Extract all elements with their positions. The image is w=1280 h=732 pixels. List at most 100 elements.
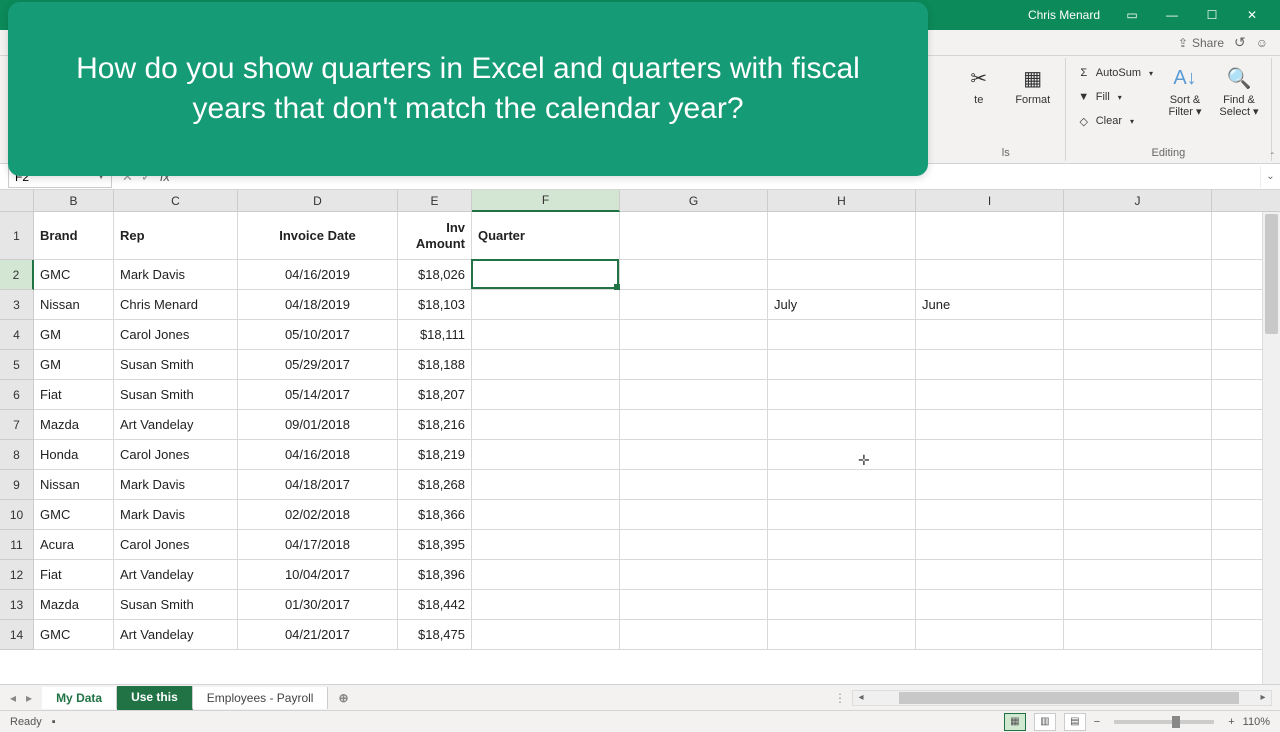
cell-quarter[interactable] (472, 500, 620, 530)
row-head-6[interactable]: 6 (0, 380, 34, 410)
cell-i[interactable] (916, 500, 1064, 530)
cell-rep[interactable]: Susan Smith (114, 380, 238, 410)
cell-rep[interactable]: Carol Jones (114, 530, 238, 560)
cell-amount[interactable]: $18,395 (398, 530, 472, 560)
cell-date[interactable]: 04/18/2017 (238, 470, 398, 500)
cell-quarter[interactable] (472, 590, 620, 620)
header-empty[interactable] (768, 212, 916, 260)
col-head-G[interactable]: G (620, 190, 768, 212)
cell-amount[interactable]: $18,219 (398, 440, 472, 470)
cell-rep[interactable]: Susan Smith (114, 590, 238, 620)
cell-quarter[interactable] (472, 260, 620, 290)
row-head-7[interactable]: 7 (0, 410, 34, 440)
cell-rep[interactable]: Mark Davis (114, 470, 238, 500)
vertical-scrollbar[interactable] (1262, 212, 1280, 684)
cell-date[interactable]: 01/30/2017 (238, 590, 398, 620)
cell-g[interactable] (620, 290, 768, 320)
tab-my-data[interactable]: My Data (42, 687, 117, 709)
cell-date[interactable]: 04/21/2017 (238, 620, 398, 650)
cell-h[interactable] (768, 560, 916, 590)
zoom-in-button[interactable]: + (1228, 716, 1234, 728)
cell-quarter[interactable] (472, 350, 620, 380)
cell-h[interactable] (768, 410, 916, 440)
cell-date[interactable]: 04/18/2019 (238, 290, 398, 320)
cell-date[interactable]: 10/04/2017 (238, 560, 398, 590)
zoom-out-button[interactable]: − (1094, 716, 1100, 728)
scroll-right-icon[interactable]: ▸ (1255, 692, 1271, 703)
find-select-button[interactable]: 🔍 Find &Select ▾ (1215, 62, 1263, 118)
macro-record-icon[interactable]: ▪ (52, 716, 56, 728)
select-all-corner[interactable] (0, 190, 34, 212)
header-rep[interactable]: Rep (114, 212, 238, 260)
cell-amount[interactable]: $18,216 (398, 410, 472, 440)
cell-j[interactable] (1064, 260, 1212, 290)
cell-brand[interactable]: GMC (34, 260, 114, 290)
cell-amount[interactable]: $18,111 (398, 320, 472, 350)
col-head-B[interactable]: B (34, 190, 114, 212)
row-head-10[interactable]: 10 (0, 500, 34, 530)
col-head-F[interactable]: F (472, 190, 620, 212)
zoom-level[interactable]: 110% (1243, 716, 1270, 728)
cell-g[interactable] (620, 530, 768, 560)
cell-quarter[interactable] (472, 320, 620, 350)
cell-h[interactable] (768, 590, 916, 620)
row-head-1[interactable]: 1 (0, 212, 34, 260)
cell-brand[interactable]: Acura (34, 530, 114, 560)
sheet-nav-buttons[interactable]: ◂▸ (0, 689, 42, 707)
header-invoice-date[interactable]: Invoice Date (238, 212, 398, 260)
cell-date[interactable]: 04/16/2018 (238, 440, 398, 470)
cell-brand[interactable]: GMC (34, 500, 114, 530)
cell-h[interactable] (768, 500, 916, 530)
cell-rep[interactable]: Art Vandelay (114, 560, 238, 590)
cell-brand[interactable]: Honda (34, 440, 114, 470)
zoom-slider[interactable] (1114, 720, 1214, 724)
cell-g[interactable] (620, 320, 768, 350)
row-head-3[interactable]: 3 (0, 290, 34, 320)
worksheet-grid[interactable]: BCDEFGHIJ1BrandRepInvoice DateInvAmountQ… (0, 190, 1280, 684)
cell-j[interactable] (1064, 350, 1212, 380)
cell-j[interactable] (1064, 500, 1212, 530)
cell-j[interactable] (1064, 380, 1212, 410)
feedback-smiley-icon[interactable]: ☺ (1256, 36, 1268, 50)
sort-filter-button[interactable]: A↓ Sort &Filter ▾ (1161, 62, 1209, 118)
cell-brand[interactable]: Nissan (34, 290, 114, 320)
cell-i[interactable] (916, 440, 1064, 470)
cell-g[interactable] (620, 470, 768, 500)
clear-button[interactable]: ◇Clear▾ (1074, 110, 1155, 132)
cell-i[interactable] (916, 260, 1064, 290)
cell-rep[interactable]: Mark Davis (114, 500, 238, 530)
zoom-thumb[interactable] (1172, 716, 1180, 728)
view-normal-button[interactable]: ▦ (1004, 713, 1026, 731)
tab-use-this[interactable]: Use this (117, 686, 193, 710)
cell-rep[interactable]: Carol Jones (114, 440, 238, 470)
cell-rep[interactable]: Susan Smith (114, 350, 238, 380)
cell-g[interactable] (620, 440, 768, 470)
view-page-layout-button[interactable]: ▥ (1034, 713, 1056, 731)
cell-brand[interactable]: Mazda (34, 590, 114, 620)
col-head-J[interactable]: J (1064, 190, 1212, 212)
autosum-button[interactable]: ΣAutoSum▾ (1074, 62, 1155, 84)
cell-quarter[interactable] (472, 440, 620, 470)
cell-i[interactable]: June (916, 290, 1064, 320)
cell-h[interactable] (768, 620, 916, 650)
cell-h[interactable] (768, 380, 916, 410)
cell-rep[interactable]: Carol Jones (114, 320, 238, 350)
cell-h[interactable] (768, 350, 916, 380)
cell-rep[interactable]: Mark Davis (114, 260, 238, 290)
cell-h[interactable] (768, 530, 916, 560)
cell-i[interactable] (916, 590, 1064, 620)
cell-j[interactable] (1064, 320, 1212, 350)
cell-i[interactable] (916, 560, 1064, 590)
scroll-left-icon[interactable]: ◂ (853, 692, 869, 703)
history-icon[interactable]: ↺ (1234, 34, 1246, 51)
maximize-button[interactable]: ☐ (1192, 0, 1232, 30)
cell-j[interactable] (1064, 470, 1212, 500)
cell-brand[interactable]: Nissan (34, 470, 114, 500)
cell-h[interactable] (768, 320, 916, 350)
scrollbar-thumb[interactable] (1265, 214, 1278, 334)
cell-date[interactable]: 05/10/2017 (238, 320, 398, 350)
cell-i[interactable] (916, 410, 1064, 440)
cell-brand[interactable]: Fiat (34, 560, 114, 590)
cell-i[interactable] (916, 350, 1064, 380)
cell-date[interactable]: 05/29/2017 (238, 350, 398, 380)
